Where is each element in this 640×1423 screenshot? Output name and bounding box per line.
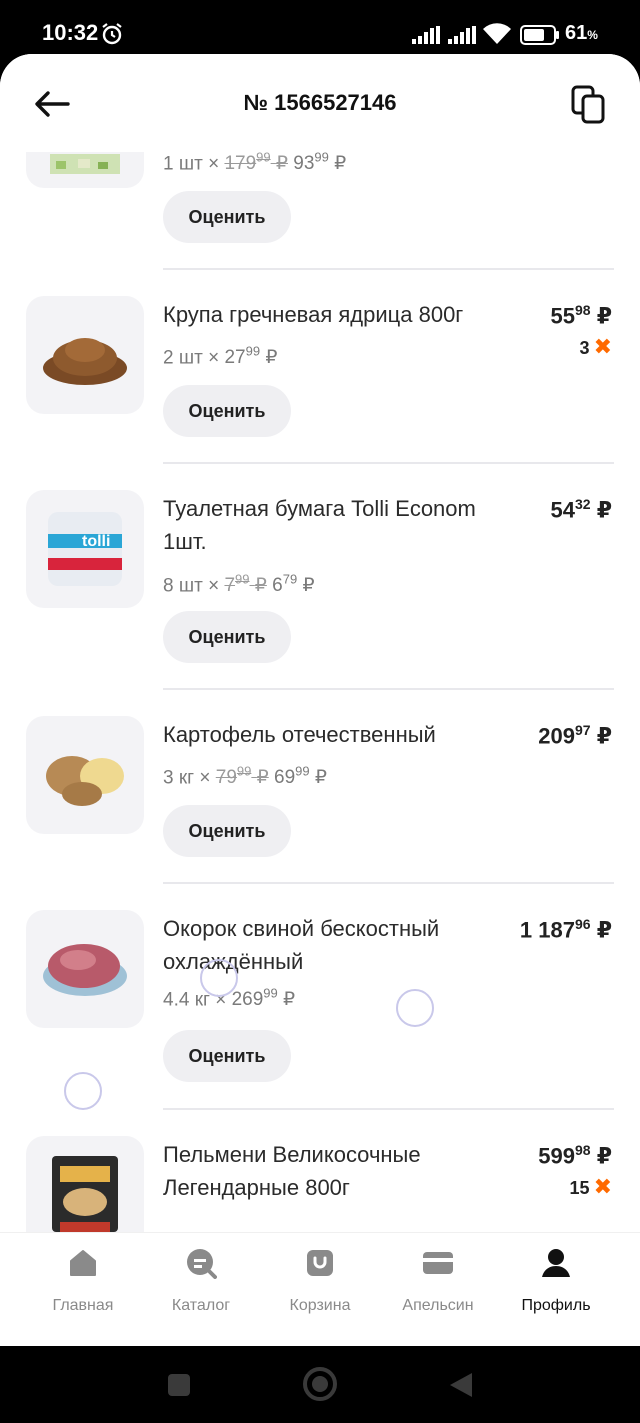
nav-label: Апельсин bbox=[402, 1297, 474, 1314]
dumplings-pack-image bbox=[26, 1136, 144, 1232]
back-triangle-icon[interactable] bbox=[448, 1371, 474, 1399]
item-name: Крупа гречневая ядрица 800г bbox=[163, 302, 464, 327]
old-price: 17999 ₽ bbox=[224, 150, 288, 175]
signal-icon-2 bbox=[448, 26, 476, 44]
touch-indicator bbox=[200, 959, 238, 997]
touch-indicator bbox=[64, 1072, 102, 1110]
item-quantity: 8 шт × 799 ₽ 679 ₽ bbox=[163, 572, 315, 597]
item-total-price: 5598 ₽ bbox=[550, 302, 613, 329]
rate-button[interactable]: Оценить bbox=[163, 191, 291, 243]
signal-icon bbox=[412, 26, 440, 44]
battery-icon bbox=[520, 25, 559, 45]
cart-bag-icon bbox=[307, 1250, 333, 1276]
item-total-price: 5432 ₽ bbox=[550, 496, 613, 523]
bonus-count: 15 ✖ bbox=[569, 1174, 612, 1199]
item-name: Картофель отечественный bbox=[163, 722, 436, 747]
item-name: Туалетная бумага Tolli Econom 1шт. bbox=[163, 496, 476, 554]
header: № 1566527146 bbox=[0, 54, 640, 152]
item-quantity: 1 шт × 17999 ₽ 9399 ₽ bbox=[163, 150, 347, 175]
item-total-price: 1 18796 ₽ bbox=[519, 916, 612, 943]
item-total-price: 59998 ₽ bbox=[538, 1142, 612, 1169]
nav-label: Корзина bbox=[289, 1297, 351, 1314]
new-price: 9399 ₽ bbox=[293, 150, 347, 175]
buckwheat-image bbox=[26, 296, 144, 414]
nav-item-apelsin[interactable]: Апельсин bbox=[379, 1233, 497, 1346]
bottom-navigation: Главная Каталог Корзина Апельсин Профиль bbox=[0, 1232, 640, 1346]
copy-icon[interactable] bbox=[570, 84, 606, 124]
item-name: Пельмени Великосочные Легендарные 800г bbox=[163, 1142, 421, 1200]
recents-square-icon[interactable] bbox=[167, 1373, 191, 1397]
home-circle-icon[interactable] bbox=[302, 1366, 338, 1402]
item-total-price: 20997 ₽ bbox=[538, 722, 612, 749]
item-quantity: 3 кг × 7999 ₽ 6999 ₽ bbox=[163, 764, 327, 789]
divider bbox=[163, 688, 614, 690]
item-quantity: 2 шт × 2799 ₽ bbox=[163, 344, 278, 369]
x-cross-icon: ✖ bbox=[593, 1174, 612, 1199]
x-cross-icon: ✖ bbox=[593, 334, 612, 359]
nav-label: Главная bbox=[52, 1297, 114, 1314]
nav-label: Профиль bbox=[521, 1297, 591, 1314]
status-time: 10:32 bbox=[42, 20, 99, 45]
svg-text:tolli: tolli bbox=[82, 533, 110, 550]
divider bbox=[163, 462, 614, 464]
rate-button[interactable]: Оценить bbox=[163, 1030, 291, 1082]
nav-item-profile[interactable]: Профиль bbox=[497, 1233, 615, 1346]
toilet-paper-image: tolli bbox=[26, 490, 144, 608]
wifi-icon bbox=[483, 23, 511, 44]
system-navigation-bar bbox=[0, 1346, 640, 1423]
divider bbox=[163, 268, 614, 270]
nav-item-cart[interactable]: Корзина bbox=[261, 1233, 379, 1346]
order-items-list[interactable]: 1 шт × 17999 ₽ 9399 ₽ Оценить Крупа греч… bbox=[0, 54, 640, 1232]
card-icon bbox=[423, 1252, 453, 1274]
divider bbox=[163, 882, 614, 884]
bonus-count: 3 ✖ bbox=[579, 334, 612, 359]
nav-item-catalog[interactable]: Каталог bbox=[142, 1233, 260, 1346]
pork-ham-image bbox=[26, 910, 144, 1028]
nav-item-home[interactable]: Главная bbox=[24, 1233, 142, 1346]
battery-percent: 61% bbox=[565, 22, 598, 44]
order-details-screen: 1 шт × 17999 ₽ 9399 ₽ Оценить Крупа греч… bbox=[0, 54, 640, 1346]
rate-button[interactable]: Оценить bbox=[163, 805, 291, 857]
alarm-icon bbox=[102, 23, 122, 45]
home-icon bbox=[70, 1250, 96, 1276]
nav-label: Каталог bbox=[171, 1297, 231, 1314]
rate-button[interactable]: Оценить bbox=[163, 611, 291, 663]
profile-icon bbox=[542, 1249, 570, 1277]
potato-image bbox=[26, 716, 144, 834]
catalog-search-icon bbox=[187, 1249, 217, 1279]
rate-button[interactable]: Оценить bbox=[163, 385, 291, 437]
order-number-title: № 1566527146 bbox=[243, 90, 397, 115]
touch-indicator bbox=[396, 989, 434, 1027]
divider bbox=[163, 1108, 614, 1110]
